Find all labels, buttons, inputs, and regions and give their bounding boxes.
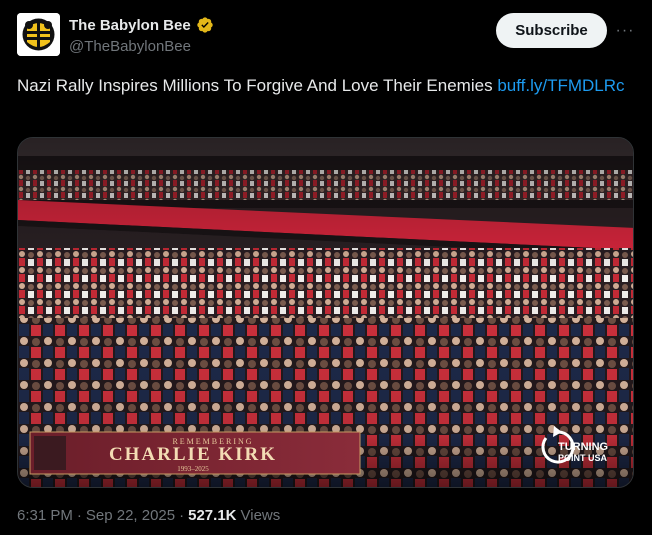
tweet-date[interactable]: Sep 22, 2025 bbox=[86, 507, 175, 524]
banner-name: CHARLIE KIRK bbox=[109, 444, 277, 465]
avatar[interactable] bbox=[17, 13, 60, 56]
display-name[interactable]: The Babylon Bee bbox=[69, 17, 191, 34]
views-count: 527.1K bbox=[188, 507, 237, 524]
tweet-text: Nazi Rally Inspires Millions To Forgive … bbox=[17, 74, 637, 98]
tweet-link[interactable]: buff.ly/TFMDLRc bbox=[497, 76, 624, 95]
views-label: Views bbox=[240, 507, 281, 524]
logo-line1: TURNING bbox=[558, 441, 608, 453]
handle[interactable]: @TheBabylonBee bbox=[69, 38, 191, 55]
babylon-bee-logo-icon bbox=[17, 13, 60, 56]
tweet-time[interactable]: 6:31 PM bbox=[17, 507, 73, 524]
footer-separator-2: · bbox=[179, 507, 185, 524]
tribute-banner: REMEMBERING CHARLIE KIRK 1993–2025 bbox=[29, 431, 361, 475]
tweet-header: The Babylon Bee @TheBabylonBee Subscribe… bbox=[17, 13, 635, 57]
subscribe-button[interactable]: Subscribe bbox=[496, 13, 607, 48]
more-options-icon[interactable]: ··· bbox=[615, 21, 635, 41]
media-video[interactable]: REMEMBERING CHARLIE KIRK 1993–2025 TURNI… bbox=[17, 137, 634, 488]
name-row: The Babylon Bee bbox=[69, 16, 214, 34]
banner-years: 1993–2025 bbox=[177, 465, 209, 473]
tweet-footer: 6:31 PM · Sep 22, 2025 · 527.1K Views bbox=[17, 507, 280, 524]
tweet-body: Nazi Rally Inspires Millions To Forgive … bbox=[17, 76, 498, 95]
verified-badge-icon bbox=[197, 17, 213, 33]
stadium-crowd-image: REMEMBERING CHARLIE KIRK 1993–2025 TURNI… bbox=[18, 138, 633, 487]
footer-separator: · bbox=[76, 507, 82, 524]
logo-line2: POINT USA bbox=[558, 453, 608, 463]
